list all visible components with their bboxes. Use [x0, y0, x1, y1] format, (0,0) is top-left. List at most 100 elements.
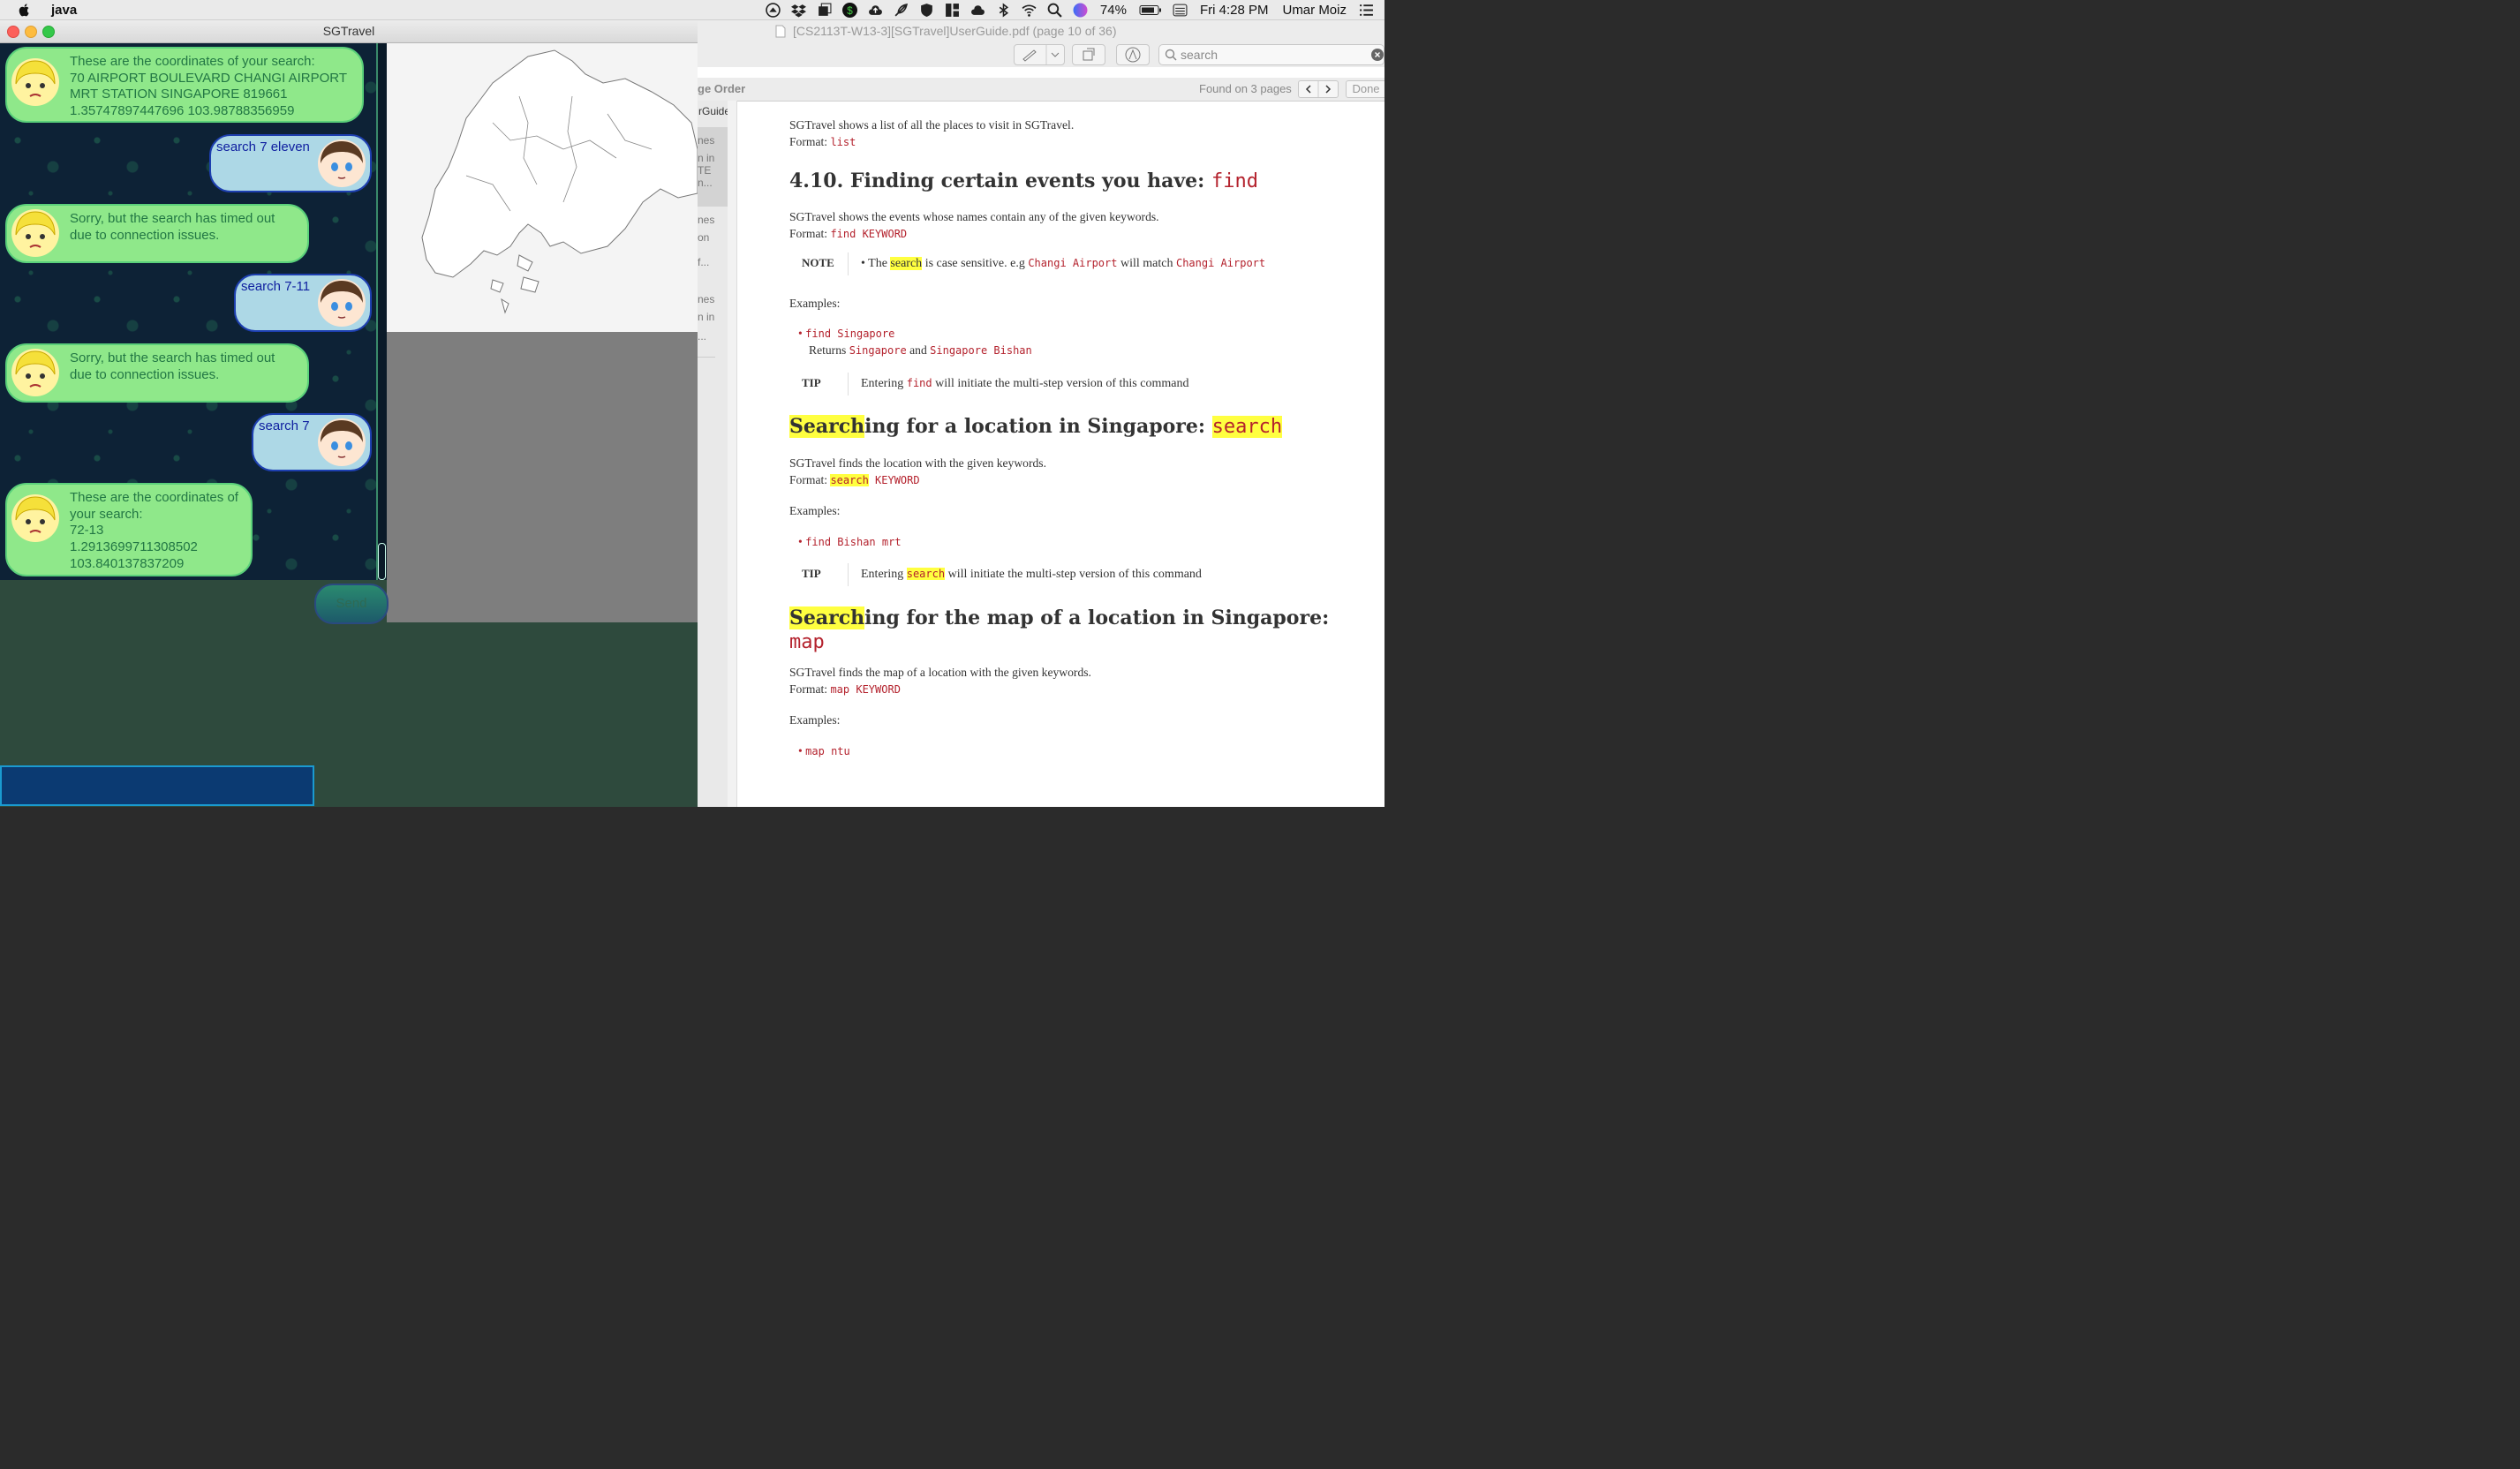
- user-avatar-icon: [317, 418, 366, 467]
- user-message: search 7: [252, 413, 372, 471]
- sgtravel-titlebar: SGTravel: [0, 20, 698, 43]
- sidebar-fragment: nes: [698, 134, 715, 147]
- battery-icon[interactable]: [1139, 3, 1162, 18]
- sgtravel-window: SGTravel These are the coordinates of yo…: [0, 20, 698, 807]
- message-line: search 7: [259, 418, 310, 433]
- examples-label: Examples:: [789, 297, 841, 310]
- message-line: These are the coordinates of your search…: [70, 54, 315, 69]
- thumbnail-sidebar[interactable]: rGuide nes n in TE n... nes on f... nes …: [698, 101, 728, 807]
- message-line: 103.840137837209: [70, 555, 185, 571]
- found-count: Found on 3 pages: [1199, 82, 1292, 95]
- sgtravel-window-title: SGTravel: [322, 24, 375, 38]
- note-block: NOTE • The search is case sensitive. e.g …: [802, 252, 1265, 275]
- previous-result-icon: [1305, 85, 1311, 94]
- sidebar-fragment: f...: [698, 256, 710, 268]
- clear-search-icon[interactable]: [1371, 49, 1384, 61]
- find-nav: [1298, 80, 1339, 98]
- example-2: • find Bishan mrt: [798, 535, 902, 548]
- user-message: search 7 eleven: [209, 134, 372, 192]
- search-field[interactable]: search: [1158, 44, 1384, 65]
- sidebar-fragment: n in: [698, 152, 715, 164]
- message-line: 72-13: [70, 523, 104, 539]
- zoom-button[interactable]: [42, 26, 55, 38]
- app-menu-name[interactable]: java: [51, 3, 77, 18]
- sidebar-fragment: TE: [698, 164, 712, 177]
- sidebar-fragment: on: [698, 231, 710, 244]
- message-line: due to connection issues.: [70, 227, 220, 243]
- example-1: • find Singapore: [798, 327, 895, 340]
- chat-input[interactable]: [0, 765, 314, 806]
- search-input[interactable]: search: [1181, 48, 1218, 62]
- spotlight-search-icon[interactable]: [1047, 3, 1062, 18]
- heading-4-12: Searching for the map of a location in S…: [789, 606, 1330, 629]
- backup-icon[interactable]: [766, 2, 781, 18]
- apple-menu-icon[interactable]: [18, 3, 32, 17]
- tip-block: TIP Entering search will initiate the mul…: [802, 563, 1202, 586]
- svg-text:$: $: [847, 4, 853, 16]
- examples-label: Examples:: [789, 713, 841, 727]
- minimize-button[interactable]: [25, 26, 37, 38]
- sidebar-fragment: n...: [698, 177, 713, 189]
- bot-avatar-icon: [11, 208, 60, 258]
- preview-titlebar: [CS2113T-W13-3][SGTravel]UserGuide.pdf (…: [698, 20, 1384, 42]
- annotate-button[interactable]: [1116, 44, 1150, 65]
- map-description: SGTravel finds the map of a location wit…: [789, 666, 1091, 679]
- cloud-icon[interactable]: [970, 3, 985, 18]
- tip-block: TIP Entering find will initiate the multi…: [802, 373, 1188, 396]
- sidebar-fragment: rGuide: [698, 105, 728, 117]
- sidebar-fragment: nes: [698, 214, 715, 226]
- sidebar-fragment: ...: [698, 330, 707, 343]
- bot-message: These are the coordinates of your search…: [5, 483, 253, 576]
- search-description: SGTravel finds the location with the giv…: [789, 456, 1046, 470]
- bluetooth-icon[interactable]: [996, 3, 1011, 18]
- send-button[interactable]: Send: [314, 584, 389, 624]
- wifi-icon[interactable]: [1022, 3, 1037, 18]
- clock[interactable]: Fri 4:28 PM: [1200, 3, 1269, 18]
- bot-message: Sorry, but the search has timed out due …: [5, 343, 309, 403]
- keyboard-input-icon[interactable]: [1173, 3, 1188, 18]
- find-bar: ge Order Found on 3 pages Done: [698, 78, 1384, 102]
- preview-window-title: [CS2113T-W13-3][SGTravel]UserGuide.pdf (…: [793, 24, 1117, 38]
- singapore-map-image: [421, 49, 698, 314]
- message-line: 1.2913699711308502: [70, 539, 198, 555]
- siri-icon[interactable]: [1073, 3, 1088, 18]
- shield-icon[interactable]: [919, 3, 934, 18]
- sidebar-divider[interactable]: [728, 101, 737, 807]
- preview-toolbar: search: [698, 42, 1384, 67]
- find-format: Format: find KEYWORD: [789, 227, 908, 240]
- message-line: search 7-11: [241, 279, 311, 294]
- preview-window: [CS2113T-W13-3][SGTravel]UserGuide.pdf (…: [698, 20, 1384, 807]
- files-icon[interactable]: [817, 3, 832, 18]
- done-button[interactable]: Done: [1346, 80, 1384, 98]
- cloud-upload-icon[interactable]: [868, 3, 883, 18]
- pdf-document-icon: [775, 25, 786, 38]
- heading-4-11: Searching for a location in Singapore: s…: [789, 415, 1283, 438]
- close-button[interactable]: [7, 26, 19, 38]
- markup-button[interactable]: [1014, 44, 1065, 65]
- example-3: • map ntu: [798, 744, 850, 757]
- example-1-returns: Returns Singapore and Singapore Bishan: [809, 343, 1032, 357]
- user-name[interactable]: Umar Moiz: [1282, 3, 1347, 18]
- dropbox-icon[interactable]: [790, 3, 806, 18]
- message-line: These are the coordinates of: [70, 490, 238, 505]
- rotate-button[interactable]: [1072, 44, 1105, 65]
- singapore-map: [387, 43, 698, 332]
- message-line: Sorry, but the search has timed out: [70, 350, 275, 365]
- battery-percent[interactable]: 74%: [1100, 3, 1127, 18]
- message-line: search 7 eleven: [216, 139, 310, 154]
- sidebar-fragment: n in: [698, 311, 715, 323]
- dollar-icon[interactable]: $: [841, 2, 857, 18]
- chat-pane[interactable]: These are the coordinates of your search…: [0, 43, 387, 580]
- map-placeholder: [387, 332, 698, 622]
- message-line: 70 AIRPORT BOULEVARD CHANGI AIRPORT: [70, 70, 347, 86]
- windows-icon[interactable]: [945, 3, 960, 18]
- message-line: MRT STATION SINGAPORE 819661: [70, 87, 288, 102]
- intro-text: SGTravel shows a list of all the places …: [789, 118, 1075, 132]
- feather-icon[interactable]: [894, 3, 909, 18]
- bot-avatar-icon: [11, 493, 60, 543]
- notification-center-icon[interactable]: [1359, 3, 1374, 18]
- message-line: due to connection issues.: [70, 366, 220, 382]
- message-line: Sorry, but the search has timed out: [70, 211, 275, 226]
- chat-scrollbar-thumb[interactable]: [378, 543, 386, 580]
- message-line: 1.35747897447696 103.98788356959: [70, 103, 295, 119]
